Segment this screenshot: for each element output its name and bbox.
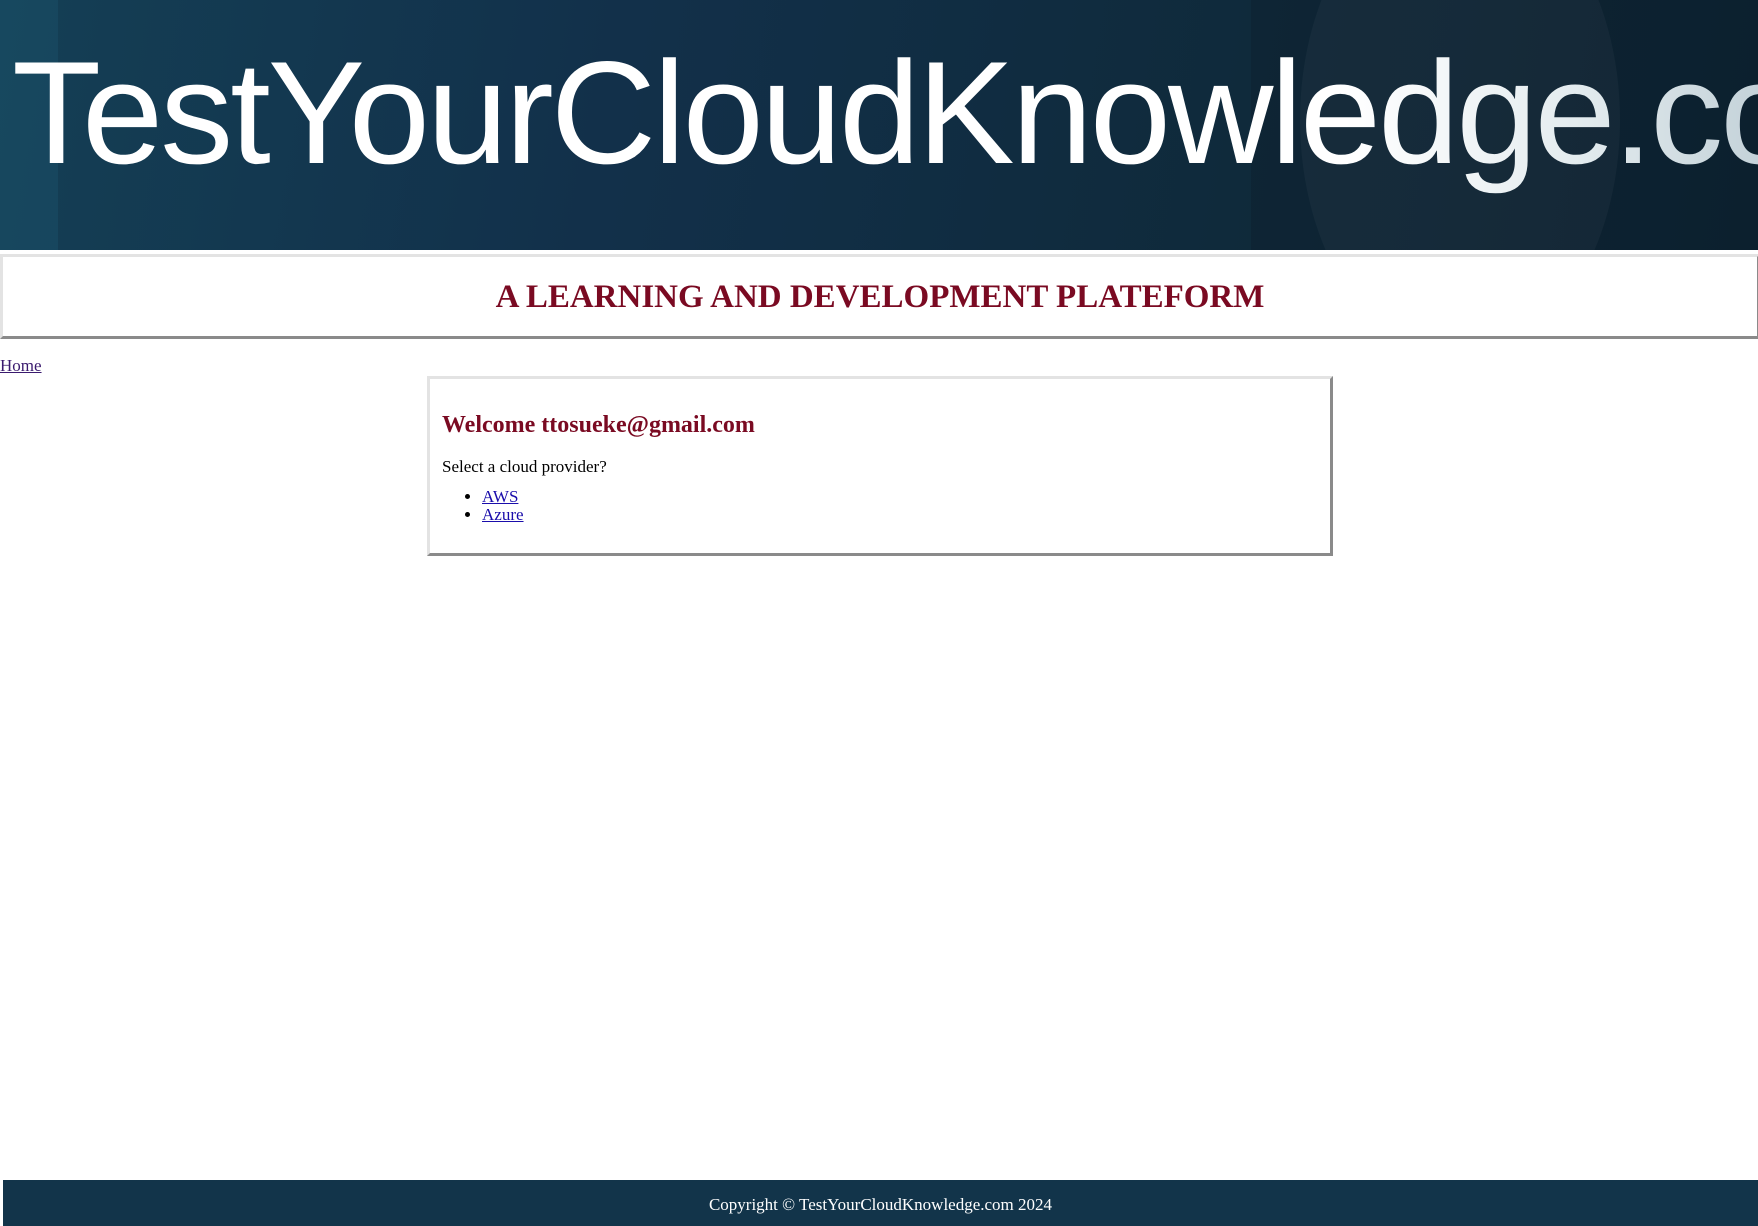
- site-footer: Copyright © TestYourCloudKnowledge.com 2…: [3, 1180, 1758, 1226]
- provider-list: AWS Azure: [442, 488, 524, 524]
- site-title: TestYourCloudKnowledge.com: [12, 28, 1758, 198]
- copyright-text: Copyright © TestYourCloudKnowledge.com 2…: [708, 1195, 1053, 1214]
- azure-link[interactable]: Azure: [482, 505, 524, 524]
- welcome-panel: Welcome ttosueke@gmail.com Select a clou…: [427, 376, 1333, 556]
- list-item: AWS: [482, 488, 524, 506]
- home-link[interactable]: Home: [0, 355, 42, 377]
- site-banner: TestYourCloudKnowledge.com: [0, 0, 1758, 250]
- provider-prompt: Select a cloud provider?: [442, 457, 607, 476]
- list-item: Azure: [482, 506, 524, 524]
- tagline: A LEARNING AND DEVELOPMENT PLATEFORM: [495, 279, 1265, 315]
- tagline-box: A LEARNING AND DEVELOPMENT PLATEFORM: [0, 254, 1758, 339]
- aws-link[interactable]: AWS: [482, 487, 518, 506]
- welcome-title: Welcome ttosueke@gmail.com: [442, 412, 755, 438]
